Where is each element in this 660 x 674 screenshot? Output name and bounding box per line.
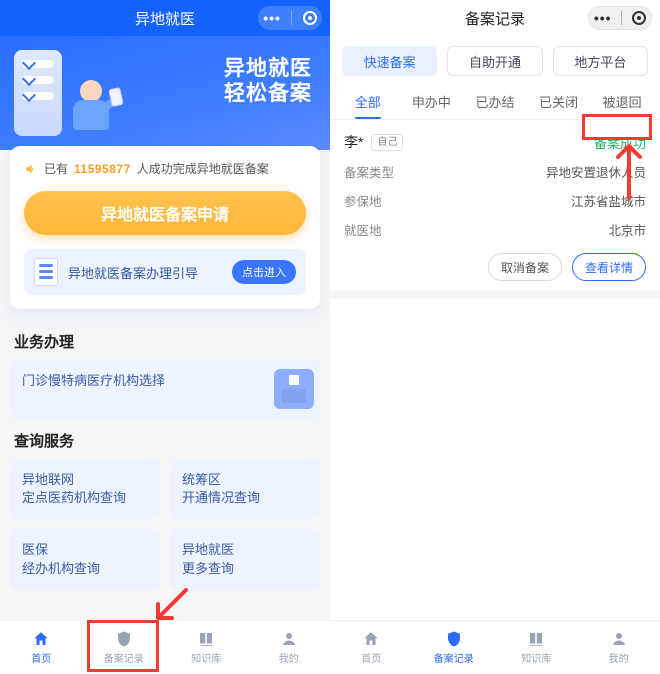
- shield-icon: [114, 630, 134, 648]
- tab-record[interactable]: 备案记录: [413, 621, 496, 674]
- tab-mine[interactable]: 我的: [248, 621, 331, 674]
- record-name: 李* 自己: [344, 132, 403, 152]
- tab-bar: 首页 备案记录 知识库 我的: [330, 620, 660, 674]
- seg-self[interactable]: 自助开通: [447, 46, 542, 76]
- section-title-biz: 业务办理: [0, 319, 330, 360]
- arrow-icon: [148, 588, 188, 628]
- home-icon: [361, 630, 381, 648]
- user-icon: [609, 630, 629, 648]
- tab-bar: 首页 备案记录 知识库 我的: [0, 620, 330, 674]
- seg-local[interactable]: 地方平台: [553, 46, 648, 76]
- user-icon: [279, 630, 299, 648]
- section-title-query: 查询服务: [0, 418, 330, 459]
- miniprogram-capsule[interactable]: •••: [258, 6, 322, 30]
- filter-returned[interactable]: 被退回: [590, 82, 654, 119]
- filter-done[interactable]: 已办结: [463, 82, 527, 119]
- person-illustration: [68, 80, 114, 140]
- enter-button[interactable]: 点击进入: [232, 260, 296, 284]
- phone-illustration: [14, 50, 62, 136]
- home-pane: 异地就医 ••• 异地就医 轻松备案: [0, 0, 330, 674]
- view-detail-button[interactable]: 查看详情: [572, 253, 646, 281]
- document-icon: [34, 258, 58, 286]
- tile-region-query[interactable]: 统筹区 开通情况查询: [170, 459, 320, 519]
- sound-icon: [24, 162, 38, 176]
- home-icon: [31, 630, 51, 648]
- apply-button[interactable]: 异地就医备案申请: [24, 191, 306, 235]
- self-tag: 自己: [371, 134, 403, 151]
- book-icon: [526, 630, 546, 648]
- filter-tabs: 全部 申办中 已办结 已关闭 被退回: [330, 82, 660, 120]
- tab-record[interactable]: 备案记录: [83, 621, 166, 674]
- record-card: 李* 自己 备案成功 备案类型异地安置退休人员 参保地江苏省盐城市 就医地北京市…: [330, 120, 660, 299]
- records-pane: 备案记录 ••• 快速备案 自助开通 地方平台 全部 申办中 已办结 已关闭 被…: [330, 0, 660, 674]
- miniprogram-capsule[interactable]: •••: [588, 6, 652, 30]
- filter-pending[interactable]: 申办中: [400, 82, 464, 119]
- close-icon[interactable]: [303, 11, 317, 25]
- tab-mine[interactable]: 我的: [578, 621, 660, 674]
- tab-home[interactable]: 首页: [0, 621, 83, 674]
- page-title: 备案记录: [465, 8, 525, 29]
- close-icon[interactable]: [632, 11, 646, 25]
- titlebar: 备案记录 •••: [330, 0, 660, 36]
- more-icon[interactable]: •••: [594, 10, 612, 26]
- page-title: 异地就医: [135, 8, 195, 29]
- arrow-icon: [612, 140, 646, 200]
- segment-row: 快速备案 自助开通 地方平台: [330, 36, 660, 82]
- counter-number: 11595877: [74, 162, 131, 176]
- seg-quick[interactable]: 快速备案: [342, 46, 437, 76]
- tile-chronic-select[interactable]: 门诊慢特病医疗机构选择: [10, 360, 320, 418]
- tab-knowledge[interactable]: 知识库: [495, 621, 578, 674]
- cancel-record-button[interactable]: 取消备案: [488, 253, 562, 281]
- tile-agency-query[interactable]: 医保 经办机构查询: [10, 529, 160, 589]
- book-icon: [196, 630, 216, 648]
- tile-more-query[interactable]: 异地就医 更多查询: [170, 529, 320, 589]
- tile-network-query[interactable]: 异地联网 定点医药机构查询: [10, 459, 160, 519]
- more-icon[interactable]: •••: [263, 10, 281, 26]
- hero-slogan: 异地就医 轻松备案: [120, 46, 320, 106]
- tab-knowledge[interactable]: 知识库: [165, 621, 248, 674]
- titlebar: 异地就医 •••: [0, 0, 330, 36]
- tab-home[interactable]: 首页: [330, 621, 413, 674]
- filter-closed[interactable]: 已关闭: [527, 82, 591, 119]
- hospital-icon: [274, 369, 314, 409]
- filter-all[interactable]: 全部: [336, 82, 400, 119]
- success-counter: 已有 11595877 人成功完成异地就医备案: [24, 160, 306, 177]
- hero-banner: 异地就医 轻松备案: [0, 36, 330, 150]
- guide-bar[interactable]: 异地就医备案办理引导 点击进入: [24, 249, 306, 295]
- shield-icon: [444, 630, 464, 648]
- apply-card: 已有 11595877 人成功完成异地就医备案 异地就医备案申请 异地就医备案办…: [10, 146, 320, 309]
